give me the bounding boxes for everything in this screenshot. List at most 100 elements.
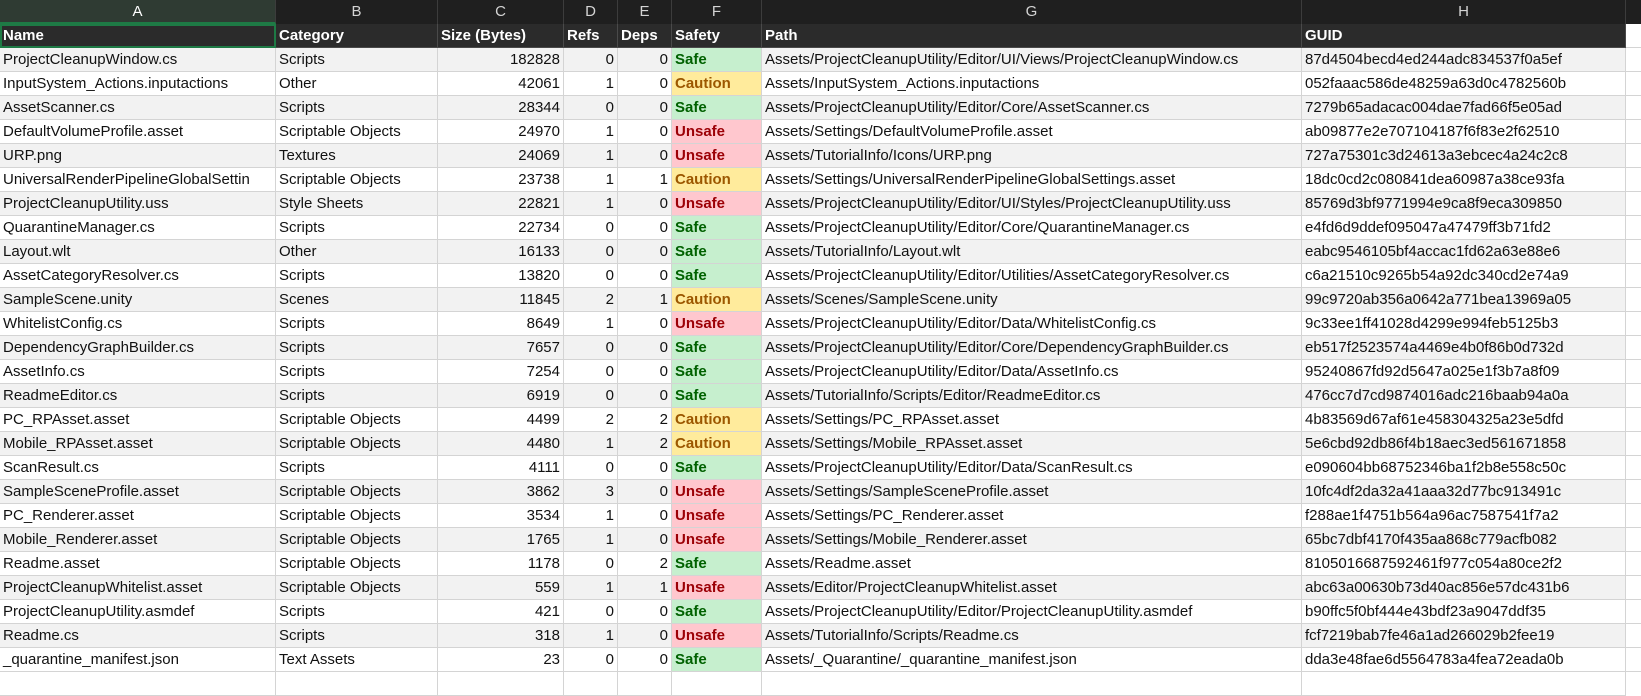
cell-path[interactable]: Assets/ProjectCleanupUtility/Editor/Core…	[762, 336, 1302, 360]
cell-name[interactable]: Readme.asset	[0, 552, 276, 576]
cell-refs[interactable]: 0	[564, 336, 618, 360]
cell-category[interactable]: Textures	[276, 144, 438, 168]
cell-refs[interactable]: 0	[564, 648, 618, 672]
cell-refs[interactable]: 0	[564, 384, 618, 408]
cell-path[interactable]: Assets/Settings/Mobile_Renderer.asset	[762, 528, 1302, 552]
cell-safety[interactable]: Unsafe	[672, 624, 762, 648]
cell-deps[interactable]: 1	[618, 288, 672, 312]
cell-path[interactable]: Assets/Editor/ProjectCleanupWhitelist.as…	[762, 576, 1302, 600]
cell-deps[interactable]: 0	[618, 456, 672, 480]
cell-name[interactable]: WhitelistConfig.cs	[0, 312, 276, 336]
cell-deps[interactable]: 0	[618, 264, 672, 288]
column-header-g[interactable]: G	[762, 0, 1302, 24]
cell-guid[interactable]: c6a21510c9265b54a92dc340cd2e74a9	[1302, 264, 1626, 288]
cell-refs[interactable]: 0	[564, 360, 618, 384]
cell-refs[interactable]: 3	[564, 480, 618, 504]
cell-safety[interactable]: Unsafe	[672, 312, 762, 336]
cell-guid[interactable]: e090604bb68752346ba1f2b8e558c50c	[1302, 456, 1626, 480]
cell-name[interactable]: ReadmeEditor.cs	[0, 384, 276, 408]
empty-cell[interactable]	[564, 672, 618, 696]
cell-category[interactable]: Scriptable Objects	[276, 504, 438, 528]
cell-deps[interactable]: 0	[618, 384, 672, 408]
cell-deps[interactable]: 0	[618, 240, 672, 264]
cell-refs[interactable]: 1	[564, 576, 618, 600]
cell-guid[interactable]: 4b83569d67af61e458304325a23e5dfd	[1302, 408, 1626, 432]
cell-guid[interactable]: 18dc0cd2c080841dea60987a38ce93fa	[1302, 168, 1626, 192]
cell-name[interactable]: PC_Renderer.asset	[0, 504, 276, 528]
cell-path[interactable]: Assets/InputSystem_Actions.inputactions	[762, 72, 1302, 96]
cell-category[interactable]: Style Sheets	[276, 192, 438, 216]
cell-guid[interactable]: 052faaac586de48259a63d0c4782560b	[1302, 72, 1626, 96]
cell-path[interactable]: Assets/Settings/SampleSceneProfile.asset	[762, 480, 1302, 504]
cell-deps[interactable]: 0	[618, 624, 672, 648]
cell-name[interactable]: Readme.cs	[0, 624, 276, 648]
column-header-b[interactable]: B	[276, 0, 438, 24]
cell-deps[interactable]: 1	[618, 576, 672, 600]
cell-safety[interactable]: Unsafe	[672, 144, 762, 168]
header-cell-guid[interactable]: GUID	[1302, 24, 1626, 48]
cell-path[interactable]: Assets/ProjectCleanupUtility/Editor/UI/S…	[762, 192, 1302, 216]
cell-guid[interactable]: 9c33ee1ff41028d4299e994feb5125b3	[1302, 312, 1626, 336]
cell-size[interactable]: 4499	[438, 408, 564, 432]
cell-category[interactable]: Scripts	[276, 264, 438, 288]
cell-category[interactable]: Scriptable Objects	[276, 528, 438, 552]
column-header-f[interactable]: F	[672, 0, 762, 24]
cell-refs[interactable]: 1	[564, 504, 618, 528]
cell-refs[interactable]: 1	[564, 192, 618, 216]
cell-deps[interactable]: 0	[618, 192, 672, 216]
cell-guid[interactable]: dda3e48fae6d5564783a4fea72eada0b	[1302, 648, 1626, 672]
cell-refs[interactable]: 1	[564, 72, 618, 96]
cell-path[interactable]: Assets/ProjectCleanupUtility/Editor/Data…	[762, 456, 1302, 480]
cell-safety[interactable]: Safe	[672, 96, 762, 120]
cell-path[interactable]: Assets/ProjectCleanupUtility/Editor/Data…	[762, 312, 1302, 336]
cell-size[interactable]: 23	[438, 648, 564, 672]
cell-name[interactable]: AssetCategoryResolver.cs	[0, 264, 276, 288]
cell-name[interactable]: ProjectCleanupWhitelist.asset	[0, 576, 276, 600]
cell-refs[interactable]: 1	[564, 624, 618, 648]
cell-name[interactable]: ScanResult.cs	[0, 456, 276, 480]
cell-path[interactable]: Assets/_Quarantine/_quarantine_manifest.…	[762, 648, 1302, 672]
cell-guid[interactable]: 10fc4df2da32a41aaa32d77bc913491c	[1302, 480, 1626, 504]
cell-category[interactable]: Scriptable Objects	[276, 576, 438, 600]
cell-name[interactable]: AssetScanner.cs	[0, 96, 276, 120]
cell-deps[interactable]: 0	[618, 360, 672, 384]
cell-deps[interactable]: 0	[618, 600, 672, 624]
column-header-c[interactable]: C	[438, 0, 564, 24]
cell-name[interactable]: AssetInfo.cs	[0, 360, 276, 384]
empty-cell[interactable]	[0, 672, 276, 696]
cell-refs[interactable]: 1	[564, 144, 618, 168]
cell-deps[interactable]: 0	[618, 120, 672, 144]
cell-path[interactable]: Assets/Settings/Mobile_RPAsset.asset	[762, 432, 1302, 456]
cell-name[interactable]: Layout.wlt	[0, 240, 276, 264]
cell-name[interactable]: DependencyGraphBuilder.cs	[0, 336, 276, 360]
cell-path[interactable]: Assets/Readme.asset	[762, 552, 1302, 576]
cell-safety[interactable]: Caution	[672, 288, 762, 312]
cell-name[interactable]: UniversalRenderPipelineGlobalSettin	[0, 168, 276, 192]
cell-refs[interactable]: 2	[564, 288, 618, 312]
cell-size[interactable]: 4480	[438, 432, 564, 456]
cell-guid[interactable]: 87d4504becd4ed244adc834537f0a5ef	[1302, 48, 1626, 72]
cell-safety[interactable]: Unsafe	[672, 192, 762, 216]
cell-safety[interactable]: Safe	[672, 264, 762, 288]
cell-refs[interactable]: 1	[564, 168, 618, 192]
cell-safety[interactable]: Safe	[672, 648, 762, 672]
cell-size[interactable]: 24970	[438, 120, 564, 144]
cell-guid[interactable]: f288ae1f4751b564a96ac7587541f7a2	[1302, 504, 1626, 528]
cell-guid[interactable]: 99c9720ab356a0642a771bea13969a05	[1302, 288, 1626, 312]
cell-guid[interactable]: eb517f2523574a4469e4b0f86b0d732d	[1302, 336, 1626, 360]
cell-name[interactable]: SampleScene.unity	[0, 288, 276, 312]
cell-name[interactable]: _quarantine_manifest.json	[0, 648, 276, 672]
cell-safety[interactable]: Caution	[672, 72, 762, 96]
cell-category[interactable]: Scripts	[276, 456, 438, 480]
cell-guid[interactable]: e4fd6d9ddef095047a47479ff3b71fd2	[1302, 216, 1626, 240]
cell-category[interactable]: Scripts	[276, 600, 438, 624]
cell-category[interactable]: Other	[276, 240, 438, 264]
cell-name[interactable]: ProjectCleanupWindow.cs	[0, 48, 276, 72]
cell-path[interactable]: Assets/ProjectCleanupUtility/Editor/Util…	[762, 264, 1302, 288]
cell-category[interactable]: Scripts	[276, 624, 438, 648]
cell-safety[interactable]: Caution	[672, 432, 762, 456]
cell-name[interactable]: URP.png	[0, 144, 276, 168]
cell-guid[interactable]: 8105016687592461f977c054a80ce2f2	[1302, 552, 1626, 576]
cell-size[interactable]: 559	[438, 576, 564, 600]
cell-guid[interactable]: 5e6cbd92db86f4b18aec3ed561671858	[1302, 432, 1626, 456]
